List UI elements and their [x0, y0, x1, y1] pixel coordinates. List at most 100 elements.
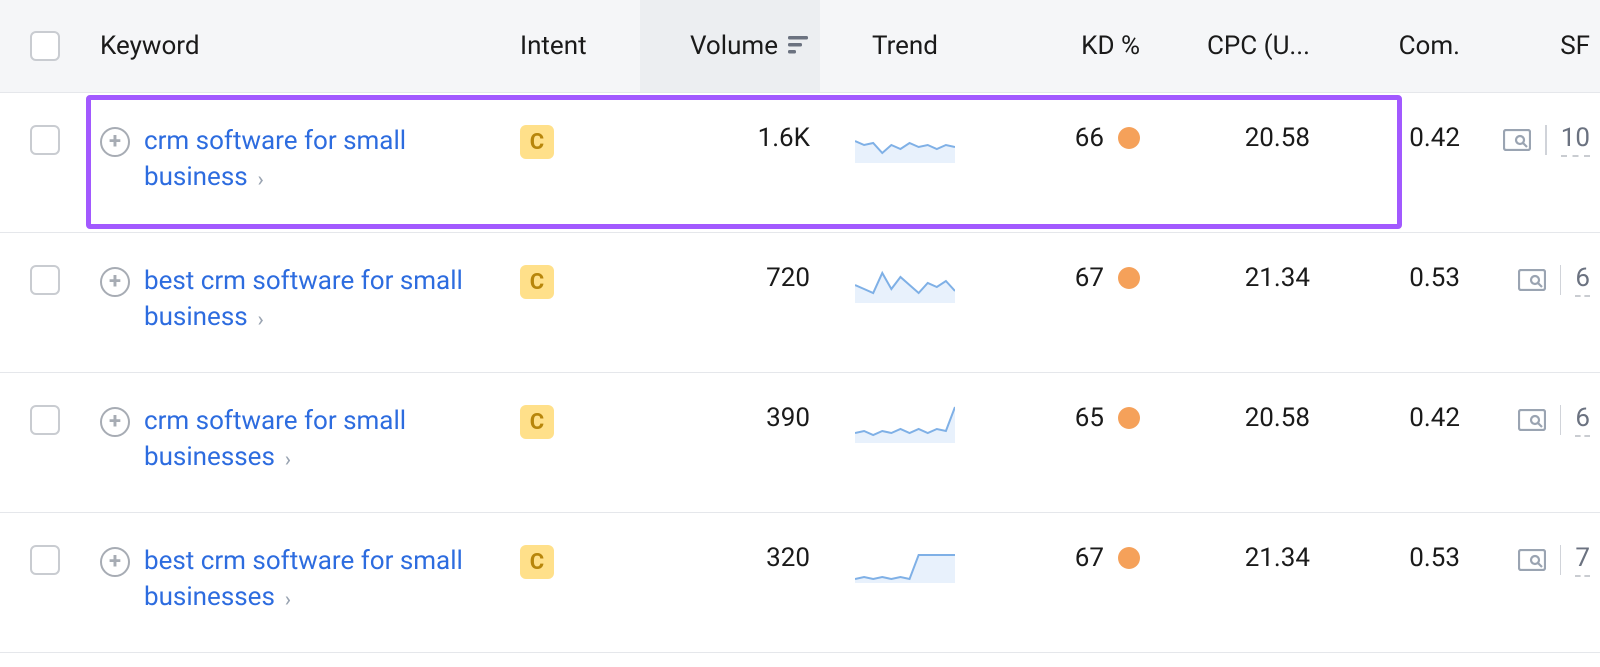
intent-badge[interactable]: C — [520, 405, 554, 439]
kd-difficulty-dot-icon — [1118, 127, 1140, 149]
table-body: +crm software for small business››C1.6K6… — [0, 93, 1600, 653]
keyword-link[interactable]: best crm software for small businesses — [144, 546, 463, 612]
kd-difficulty-dot-icon — [1118, 547, 1140, 569]
com-value: 0.42 — [1409, 403, 1460, 433]
header-volume[interactable]: Volume — [640, 0, 820, 92]
header-sf[interactable]: SF — [1470, 9, 1600, 83]
sf-cell: 7 — [1470, 513, 1600, 607]
keyword-table: Keyword Intent Volume Trend KD % CPC (U.… — [0, 0, 1600, 653]
expand-icon[interactable]: + — [100, 407, 130, 437]
volume-cell: 390 — [640, 373, 820, 463]
cpc-cell: 21.34 — [1150, 233, 1320, 323]
row-checkbox-cell — [0, 93, 90, 185]
cpc-value: 20.58 — [1245, 123, 1310, 153]
trend-sparkline — [855, 543, 955, 583]
kd-value: 65 — [1075, 403, 1104, 433]
intent-cell: C — [510, 513, 640, 609]
serp-features-icon[interactable] — [1503, 129, 1531, 151]
keyword-cell: +crm software for small business›› — [90, 93, 510, 226]
volume-cell: 1.6K — [640, 93, 820, 183]
intent-cell: C — [510, 93, 640, 189]
intent-cell: C — [510, 233, 640, 329]
expand-icon[interactable]: + — [100, 547, 130, 577]
divider — [1560, 265, 1562, 295]
sf-cell: 10 — [1470, 93, 1600, 187]
keyword-link[interactable]: crm software for small business — [144, 126, 406, 192]
intent-badge[interactable]: C — [520, 545, 554, 579]
volume-cell: 320 — [640, 513, 820, 603]
trend-sparkline — [855, 263, 955, 303]
sf-count[interactable]: 6 — [1575, 403, 1590, 437]
kd-value: 67 — [1075, 543, 1104, 573]
volume-value: 390 — [766, 403, 810, 433]
divider — [1560, 405, 1562, 435]
sf-cell: 6 — [1470, 373, 1600, 467]
trend-cell — [820, 233, 990, 333]
expand-icon[interactable]: + — [100, 127, 130, 157]
volume-value: 720 — [766, 263, 810, 293]
trend-sparkline — [855, 123, 955, 163]
header-intent[interactable]: Intent — [510, 9, 640, 83]
volume-cell: 720 — [640, 233, 820, 323]
trend-sparkline — [855, 403, 955, 443]
serp-features-icon[interactable] — [1518, 269, 1546, 291]
trend-cell — [820, 513, 990, 613]
com-cell: 0.42 — [1320, 93, 1470, 183]
sf-count[interactable]: 7 — [1575, 543, 1590, 577]
kd-value: 67 — [1075, 263, 1104, 293]
header-trend[interactable]: Trend — [820, 9, 990, 83]
intent-cell: C — [510, 373, 640, 469]
table-row: +crm software for small businesses››C390… — [0, 373, 1600, 513]
com-value: 0.53 — [1409, 263, 1460, 293]
intent-badge[interactable]: C — [520, 265, 554, 299]
trend-cell — [820, 373, 990, 473]
expand-icon[interactable]: + — [100, 267, 130, 297]
sf-count[interactable]: 6 — [1575, 263, 1590, 297]
kd-cell: 67 — [990, 513, 1150, 603]
cpc-value: 21.34 — [1245, 263, 1310, 293]
cpc-value: 21.34 — [1245, 543, 1310, 573]
keyword-cell: +best crm software for small business›› — [90, 233, 510, 366]
trend-cell — [820, 93, 990, 193]
kd-cell: 67 — [990, 233, 1150, 323]
keyword-cell: +crm software for small businesses›› — [90, 373, 510, 506]
row-checkbox[interactable] — [30, 125, 60, 155]
header-checkbox-cell — [0, 9, 90, 83]
sf-cell: 6 — [1470, 233, 1600, 327]
serp-features-icon[interactable] — [1518, 549, 1546, 571]
header-volume-label: Volume — [690, 31, 778, 61]
com-value: 0.42 — [1409, 123, 1460, 153]
kd-value: 66 — [1075, 123, 1104, 153]
row-checkbox-cell — [0, 233, 90, 325]
kd-cell: 65 — [990, 373, 1150, 463]
header-keyword[interactable]: Keyword — [90, 9, 510, 83]
intent-badge[interactable]: C — [520, 125, 554, 159]
cpc-value: 20.58 — [1245, 403, 1310, 433]
row-checkbox[interactable] — [30, 545, 60, 575]
cpc-cell: 20.58 — [1150, 93, 1320, 183]
row-checkbox[interactable] — [30, 265, 60, 295]
serp-features-icon[interactable] — [1518, 409, 1546, 431]
kd-difficulty-dot-icon — [1118, 407, 1140, 429]
row-checkbox-cell — [0, 513, 90, 605]
row-checkbox-cell — [0, 373, 90, 465]
header-com[interactable]: Com. — [1320, 9, 1470, 83]
com-cell: 0.53 — [1320, 513, 1470, 603]
sf-count[interactable]: 10 — [1561, 123, 1590, 157]
divider — [1560, 545, 1562, 575]
kd-cell: 66 — [990, 93, 1150, 183]
com-cell: 0.53 — [1320, 233, 1470, 323]
table-header: Keyword Intent Volume Trend KD % CPC (U.… — [0, 0, 1600, 93]
divider — [1545, 125, 1547, 155]
row-checkbox[interactable] — [30, 405, 60, 435]
volume-value: 1.6K — [758, 123, 810, 153]
header-kd[interactable]: KD % — [990, 9, 1150, 83]
keyword-link[interactable]: best crm software for small business — [144, 266, 463, 332]
volume-value: 320 — [766, 543, 810, 573]
header-cpc[interactable]: CPC (U... — [1150, 9, 1320, 83]
com-cell: 0.42 — [1320, 373, 1470, 463]
cpc-cell: 20.58 — [1150, 373, 1320, 463]
select-all-checkbox[interactable] — [30, 31, 60, 61]
table-row: +crm software for small business››C1.6K6… — [0, 93, 1600, 233]
keyword-link[interactable]: crm software for small businesses — [144, 406, 406, 472]
